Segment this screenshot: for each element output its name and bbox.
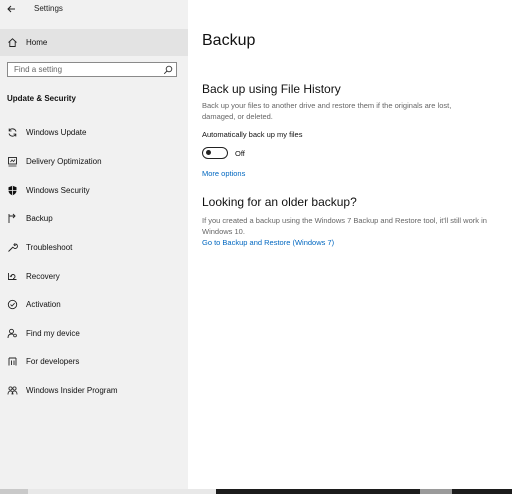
search-input[interactable] xyxy=(8,63,164,76)
developer-tools-icon xyxy=(6,355,18,367)
sidebar-home-label: Home xyxy=(26,38,48,47)
file-history-description: Back up your files to another drive and … xyxy=(202,101,452,121)
more-options-link[interactable]: More options xyxy=(202,169,245,178)
sidebar-item-label: Windows Update xyxy=(26,127,87,137)
taskbar-segment xyxy=(28,489,216,494)
taskbar xyxy=(0,489,512,494)
sidebar-item-activation[interactable]: Activation xyxy=(0,294,188,314)
sidebar-item-label: For developers xyxy=(26,356,80,366)
app-title: Settings xyxy=(34,4,63,13)
person-location-icon xyxy=(6,327,18,339)
wrench-icon xyxy=(6,241,18,253)
sidebar-home[interactable]: Home xyxy=(0,29,188,56)
recovery-icon xyxy=(6,270,18,282)
sidebar-item-label: Recovery xyxy=(26,271,60,281)
taskbar-segment xyxy=(0,489,28,494)
page-title: Backup xyxy=(202,32,256,49)
sidebar-item-recovery[interactable]: Recovery xyxy=(0,266,188,286)
search-box xyxy=(7,62,177,77)
auto-backup-label: Automatically back up my files xyxy=(202,130,303,139)
insider-icon xyxy=(6,384,18,396)
search-icon[interactable] xyxy=(163,65,173,75)
sidebar-item-troubleshoot[interactable]: Troubleshoot xyxy=(0,237,188,257)
sidebar-item-find-my-device[interactable]: Find my device xyxy=(0,323,188,343)
main-panel: Backup Back up using File History Back u… xyxy=(188,0,512,489)
home-icon xyxy=(6,37,18,49)
sidebar-item-label: Find my device xyxy=(26,328,80,338)
sidebar-item-label: Troubleshoot xyxy=(26,242,73,252)
sidebar-item-delivery-optimization[interactable]: Delivery Optimization xyxy=(0,151,188,171)
auto-backup-toggle[interactable] xyxy=(202,147,228,159)
older-backup-heading: Looking for an older backup? xyxy=(202,195,357,209)
taskbar-segment xyxy=(420,489,452,494)
backup-arrow-icon xyxy=(6,212,18,224)
sidebar-item-windows-security[interactable]: Windows Security xyxy=(0,180,188,200)
back-arrow-icon xyxy=(7,5,15,13)
toggle-knob xyxy=(206,150,211,155)
sidebar-item-label: Activation xyxy=(26,299,61,309)
sidebar-item-label: Delivery Optimization xyxy=(26,156,102,166)
sidebar-item-label: Windows Security xyxy=(26,185,90,195)
toggle-state-label: Off xyxy=(235,149,245,158)
file-history-heading: Back up using File History xyxy=(202,82,341,96)
sidebar-item-windows-update[interactable]: Windows Update xyxy=(0,122,188,142)
settings-window: Settings Home Update & Security xyxy=(0,0,512,494)
sidebar-item-label: Backup xyxy=(26,213,53,223)
delivery-optimization-icon xyxy=(6,155,18,167)
back-button[interactable] xyxy=(3,1,19,17)
sidebar-item-backup[interactable]: Backup xyxy=(0,208,188,228)
activation-check-icon xyxy=(6,298,18,310)
older-backup-description: If you created a backup using the Window… xyxy=(202,216,487,236)
sidebar-item-windows-insider-program[interactable]: Windows Insider Program xyxy=(0,380,188,400)
sidebar-item-label: Windows Insider Program xyxy=(26,385,118,395)
sync-icon xyxy=(6,126,18,138)
shield-icon xyxy=(6,184,18,196)
title-bar: Settings xyxy=(0,0,188,18)
sidebar: Settings Home Update & Security xyxy=(0,0,188,489)
backup-restore-link[interactable]: Go to Backup and Restore (Windows 7) xyxy=(202,238,334,247)
section-header: Update & Security xyxy=(7,94,76,103)
sidebar-item-for-developers[interactable]: For developers xyxy=(0,351,188,371)
